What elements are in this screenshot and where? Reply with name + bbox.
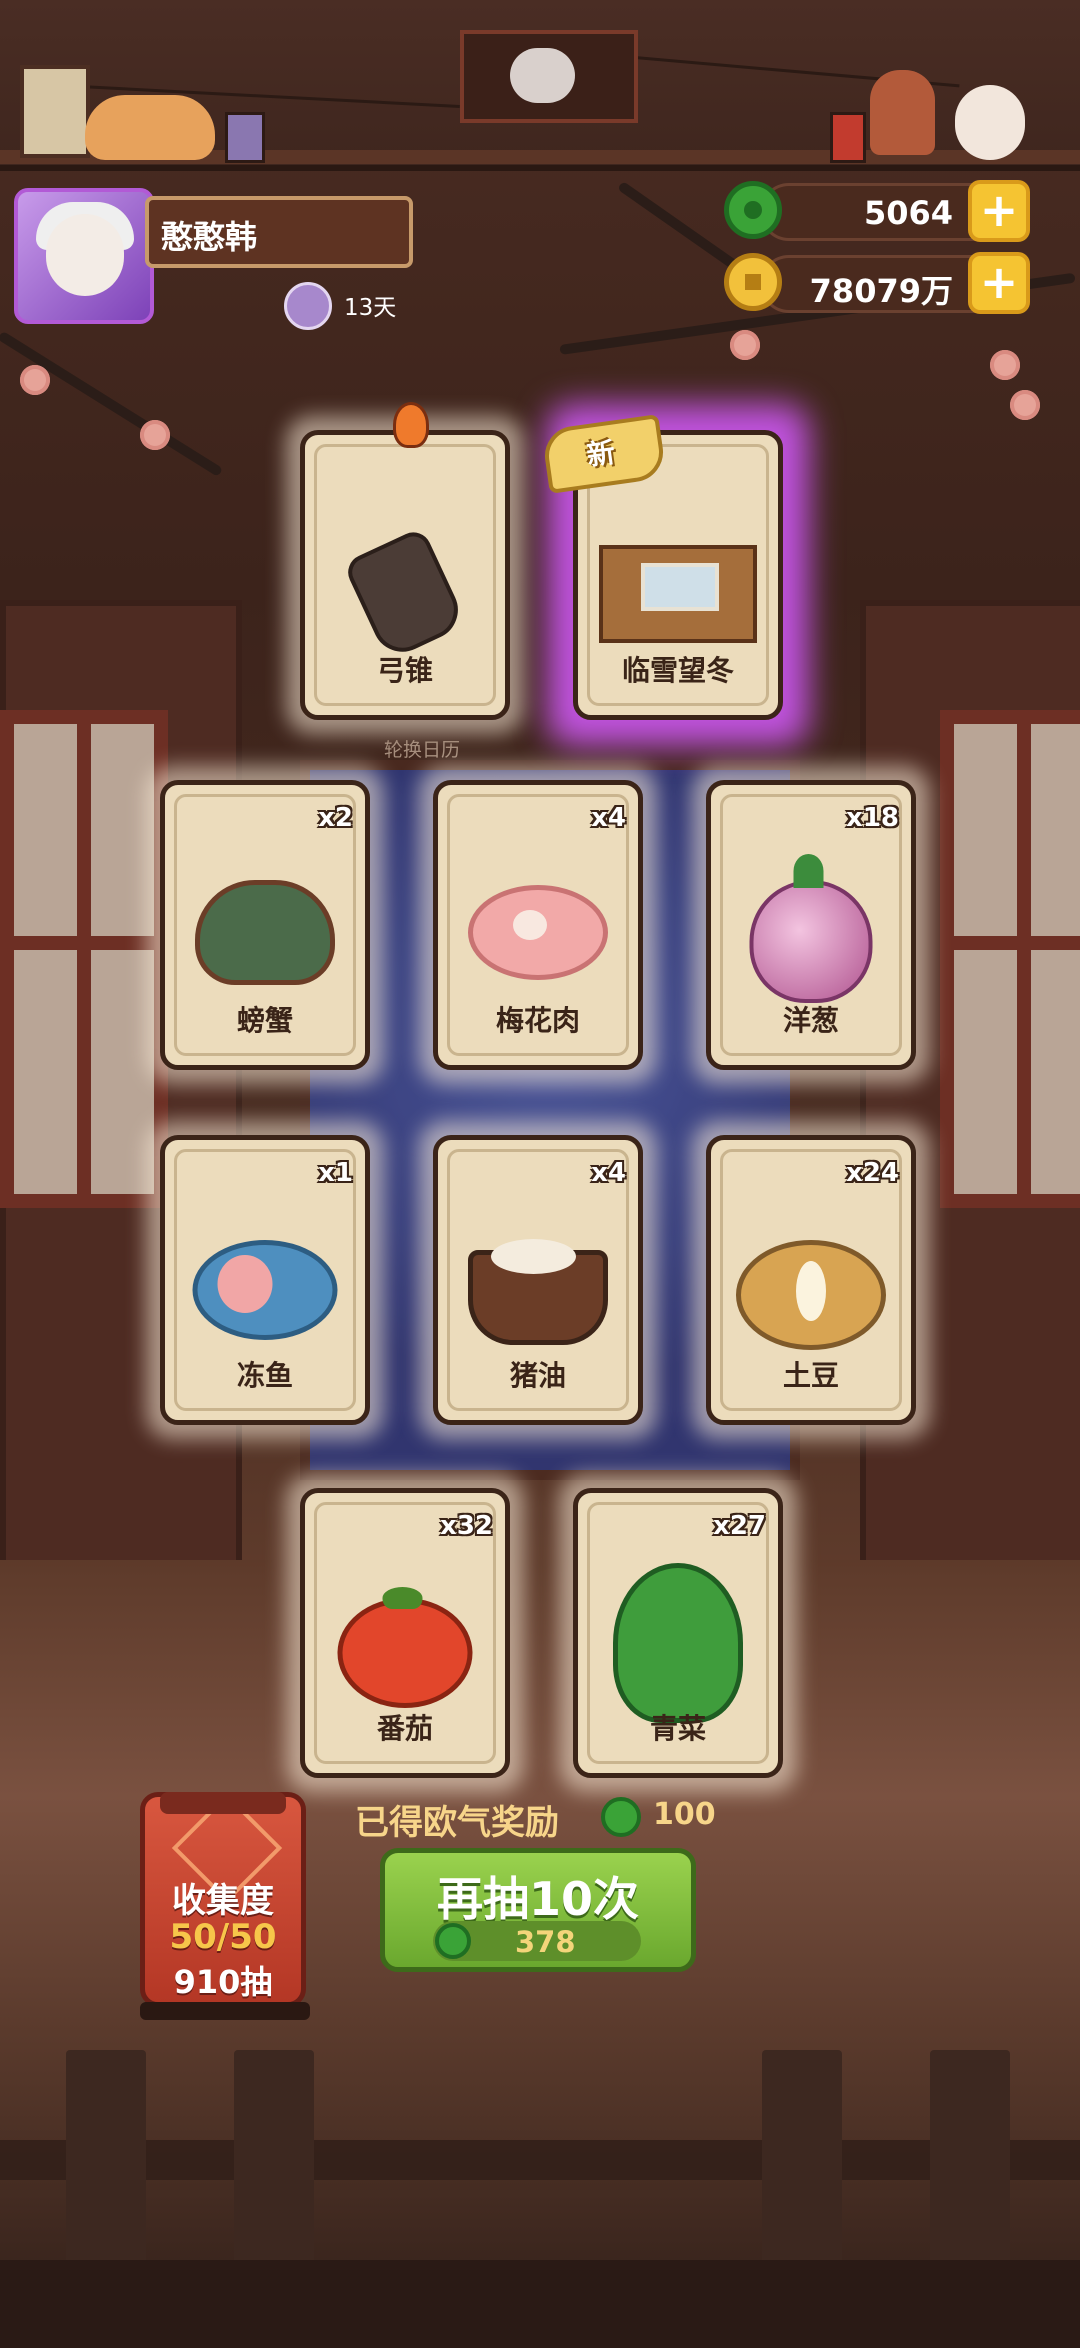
fence-rail bbox=[0, 2140, 1080, 2180]
card-label: 番茄 bbox=[376, 1712, 433, 1745]
onion-icon bbox=[749, 854, 873, 1003]
collection-lantern-button[interactable]: 收集度 50/50 910抽 bbox=[140, 1792, 306, 2007]
add-jade-button[interactable]: + bbox=[968, 180, 1030, 242]
jade-coin-icon bbox=[724, 181, 782, 239]
player-name: 憨憨韩 bbox=[161, 218, 258, 256]
collection-title: 收集度 bbox=[172, 1881, 274, 1921]
left-window bbox=[0, 710, 168, 1208]
blossom bbox=[140, 420, 170, 450]
card-lard[interactable]: 猪油 x4 bbox=[419, 1121, 657, 1439]
tomato-icon bbox=[337, 1587, 473, 1708]
featured-card-hammer[interactable]: 弓锥 bbox=[286, 402, 524, 734]
card-label: 冻鱼 bbox=[236, 1359, 293, 1392]
luck-reward-value: 100 bbox=[653, 1797, 716, 1832]
card-quantity: x4 bbox=[591, 1158, 626, 1188]
card-quantity: x32 bbox=[440, 1511, 493, 1541]
blossom bbox=[1010, 390, 1040, 420]
add-gold-button[interactable]: + bbox=[968, 252, 1030, 314]
scroll-ornament bbox=[20, 65, 90, 158]
jade-coin-icon bbox=[601, 1797, 641, 1837]
rotate-calendar-label: 轮换日历 bbox=[384, 739, 461, 761]
card-label: 洋葱 bbox=[782, 1004, 839, 1037]
card-tomato[interactable]: 番茄 x32 bbox=[286, 1474, 524, 1792]
featured-card-room[interactable]: 临雪望冬 新 bbox=[541, 404, 809, 746]
card-frame: 猪油 x4 bbox=[433, 1135, 643, 1425]
small-lantern-icon bbox=[225, 112, 265, 163]
card-label: 螃蟹 bbox=[236, 1004, 293, 1037]
card-frame: 梅花肉 x4 bbox=[433, 780, 643, 1070]
draw-cost: 378 bbox=[515, 1925, 576, 1959]
gold-coin-icon bbox=[724, 253, 782, 311]
card-label: 梅花肉 bbox=[495, 1004, 580, 1037]
lantern-cap bbox=[160, 1792, 286, 1814]
white-cat-icon bbox=[955, 85, 1025, 160]
card-potato[interactable]: 土豆 x24 bbox=[692, 1121, 930, 1439]
card-frame: 冻鱼 x1 bbox=[160, 1135, 370, 1425]
card-quantity: x24 bbox=[846, 1158, 899, 1188]
flame-icon bbox=[393, 402, 429, 448]
hammer-icon bbox=[342, 526, 468, 662]
branch bbox=[0, 330, 224, 478]
lard-icon bbox=[468, 1239, 608, 1345]
card-crab[interactable]: 螃蟹 x2 bbox=[146, 766, 384, 1084]
player-name-plate[interactable]: 憨憨韩 bbox=[145, 196, 413, 268]
crab-icon bbox=[195, 880, 335, 985]
streak-days: 13天 bbox=[344, 295, 397, 321]
card-quantity: x18 bbox=[846, 803, 899, 833]
card-label: 土豆 bbox=[782, 1359, 839, 1392]
card-frame: 青菜 x27 bbox=[573, 1488, 783, 1778]
bottom-band bbox=[0, 2260, 1080, 2348]
potato-icon bbox=[736, 1240, 886, 1350]
pork-icon bbox=[468, 885, 608, 980]
fish-icon bbox=[192, 1240, 338, 1340]
draw-ten-button[interactable]: 再抽10次 378 bbox=[380, 1848, 696, 1972]
jade-amount: 5064 bbox=[863, 194, 953, 232]
gold-amount: 78079万 bbox=[809, 272, 953, 310]
lantern-base bbox=[140, 2002, 310, 2020]
card-label: 青菜 bbox=[649, 1712, 706, 1745]
card-fish[interactable]: 冻鱼 x1 bbox=[146, 1121, 384, 1439]
right-window bbox=[940, 710, 1080, 1208]
luck-reward-label: 已得欧气奖励 bbox=[355, 1803, 559, 1843]
blossom bbox=[20, 365, 50, 395]
card-frame: 洋葱 x18 bbox=[706, 780, 916, 1070]
avatar-face bbox=[46, 214, 124, 296]
card-quantity: x2 bbox=[318, 803, 353, 833]
card-label: 弓锥 bbox=[376, 654, 433, 687]
blossom bbox=[990, 350, 1020, 380]
card-greens[interactable]: 青菜 x27 bbox=[559, 1474, 797, 1792]
card-quantity: x27 bbox=[713, 1511, 766, 1541]
card-quantity: x4 bbox=[591, 803, 626, 833]
greens-icon bbox=[613, 1563, 743, 1723]
new-badge-label: 新 bbox=[584, 435, 618, 473]
collection-pulls: 910抽 bbox=[173, 1963, 273, 2001]
card-frame: 弓锥 bbox=[300, 430, 510, 720]
card-frame: 土豆 x24 bbox=[706, 1135, 916, 1425]
card-label: 临雪望冬 bbox=[621, 654, 734, 687]
card-frame: 番茄 x32 bbox=[300, 1488, 510, 1778]
room-decor-icon bbox=[599, 545, 757, 643]
card-onion[interactable]: 洋葱 x18 bbox=[692, 766, 930, 1084]
draw-ten-label: 再抽10次 bbox=[436, 1872, 639, 1926]
blossom bbox=[730, 330, 760, 360]
doll-icon bbox=[870, 70, 935, 155]
jade-coin-icon bbox=[435, 1923, 471, 1959]
card-frame: 螃蟹 x2 bbox=[160, 780, 370, 1070]
card-label: 猪油 bbox=[509, 1359, 566, 1392]
collection-progress: 50/50 bbox=[169, 1917, 277, 1957]
orange-cat-icon bbox=[85, 95, 215, 160]
player-avatar[interactable] bbox=[14, 188, 154, 324]
raccoon-icon bbox=[510, 48, 575, 103]
card-quantity: x1 bbox=[318, 1158, 353, 1188]
drum-icon bbox=[830, 112, 866, 163]
card-pork[interactable]: 梅花肉 x4 bbox=[419, 766, 657, 1084]
streak-icon bbox=[284, 282, 332, 330]
